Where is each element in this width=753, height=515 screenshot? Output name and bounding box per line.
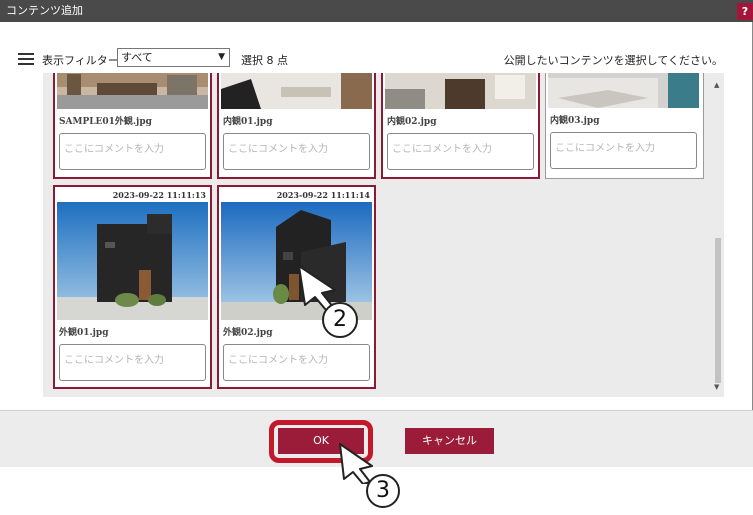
comment-input[interactable]: ここにコメントを入力 <box>550 132 697 169</box>
help-button[interactable]: ? <box>737 3 753 20</box>
vertical-scrollbar[interactable]: ▲ ▼ <box>712 73 724 397</box>
content-grid: SAMPLE01外観.jpg ここにコメントを入力 内観01.jpg ここにコメ… <box>43 73 724 397</box>
cancel-button[interactable]: キャンセル <box>405 428 494 454</box>
step-badge-3: 3 <box>366 474 400 508</box>
file-name: 内観01.jpg <box>223 117 273 127</box>
filter-toolbar: 表示フィルター すべて ▼ 選択 8 点 公開したいコンテンツを選択してください… <box>0 46 753 72</box>
thumbnail-image <box>548 73 699 108</box>
content-card[interactable]: SAMPLE01外観.jpg ここにコメントを入力 <box>53 73 212 179</box>
card-date: 2023-09-22 11:11:14 <box>276 190 370 200</box>
scrollbar-thumb[interactable] <box>715 238 721 383</box>
comment-input[interactable]: ここにコメントを入力 <box>223 133 370 170</box>
chevron-down-icon: ▼ <box>218 52 225 62</box>
selected-count: 選択 8 点 <box>241 54 288 67</box>
content-card[interactable]: 内観02.jpg ここにコメントを入力 <box>381 73 540 179</box>
filter-select-value: すべて <box>121 51 153 64</box>
comment-input[interactable]: ここにコメントを入力 <box>59 344 206 381</box>
content-card[interactable]: 内観03.jpg ここにコメントを入力 <box>545 73 704 179</box>
scroll-up-icon[interactable]: ▲ <box>714 81 719 89</box>
thumbnail-image <box>221 73 372 109</box>
content-add-dialog: コンテンツ追加 ? 表示フィルター すべて ▼ 選択 8 点 公開したいコンテン… <box>0 0 753 467</box>
card-date: 2023-09-22 11:11:13 <box>112 190 206 200</box>
file-name: 内観03.jpg <box>550 116 600 126</box>
thumbnail-image <box>57 73 208 109</box>
file-name: 外観02.jpg <box>223 328 273 338</box>
file-name: 内観02.jpg <box>387 117 437 127</box>
dialog-titlebar: コンテンツ追加 ? <box>0 0 753 22</box>
thumbnail-image <box>57 202 208 320</box>
content-card[interactable]: 内観01.jpg ここにコメントを入力 <box>217 73 376 179</box>
filter-select[interactable]: すべて ▼ <box>117 48 230 67</box>
dialog-title: コンテンツ追加 <box>6 4 83 17</box>
step-badge-2: 2 <box>322 302 358 338</box>
file-name: SAMPLE01外観.jpg <box>59 117 152 127</box>
instruction-text: 公開したいコンテンツを選択してください。 <box>503 54 723 67</box>
content-card[interactable]: 2023-09-22 11:11:13 外観01.jpg ここにコメントを入力 <box>53 185 212 389</box>
menu-icon[interactable] <box>18 53 34 65</box>
comment-input[interactable]: ここにコメントを入力 <box>223 344 370 381</box>
comment-input[interactable]: ここにコメントを入力 <box>59 133 206 170</box>
thumbnail-image <box>385 73 536 109</box>
comment-input[interactable]: ここにコメントを入力 <box>387 133 534 170</box>
file-name: 外観01.jpg <box>59 328 109 338</box>
filter-label: 表示フィルター <box>42 54 119 67</box>
scroll-down-icon[interactable]: ▼ <box>714 383 719 391</box>
